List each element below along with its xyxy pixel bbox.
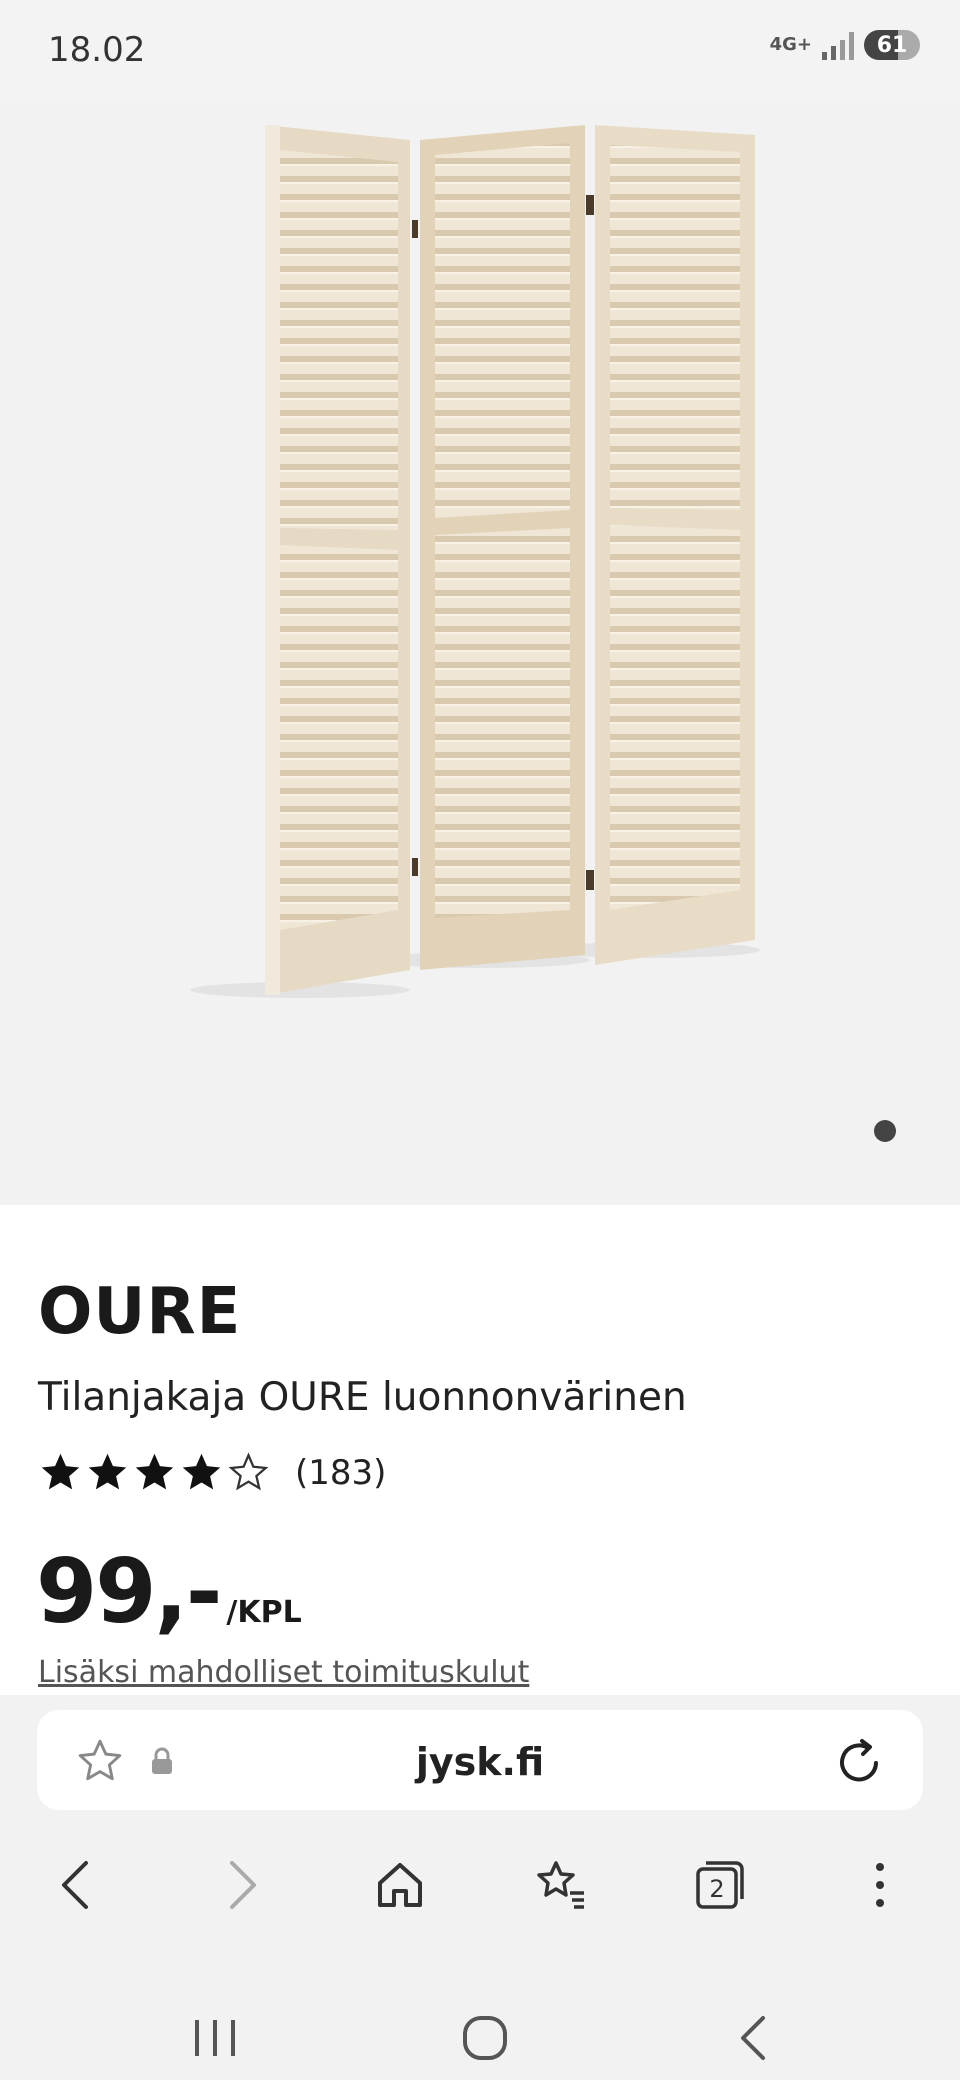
tab-count: 2: [709, 1875, 724, 1903]
menu-button[interactable]: [850, 1855, 910, 1915]
product-info: OURE Tilanjakaja OURE luonnonvärinen (18…: [0, 1205, 960, 1695]
bookmarks-button[interactable]: [530, 1855, 590, 1915]
recent-apps-icon: [195, 2020, 235, 2056]
network-type: 4G+: [769, 34, 812, 55]
rating-count: (183): [295, 1452, 387, 1493]
price: 99,-: [36, 1540, 222, 1643]
back-system-button[interactable]: [725, 2008, 785, 2068]
forward-button[interactable]: [210, 1855, 270, 1915]
url-text[interactable]: jysk.fi: [37, 1740, 923, 1784]
star-filled-icon: [182, 1453, 221, 1490]
price-row: 99,- /KPL: [36, 1540, 302, 1643]
status-time: 18.02: [48, 30, 146, 70]
bookmarks-icon: [537, 1861, 584, 1909]
shipping-costs-link[interactable]: Lisäksi mahdolliset toimituskulut: [38, 1655, 529, 1690]
price-unit: /KPL: [226, 1595, 302, 1630]
home-icon: [378, 1863, 422, 1907]
home-circle-icon: [463, 2016, 507, 2060]
forward-icon: [230, 1861, 256, 1909]
home-button[interactable]: [370, 1855, 430, 1915]
battery-level: 61: [876, 32, 908, 58]
browser-toolbar: jysk.fi 2: [0, 1695, 960, 2080]
status-icons: 4G+ 61: [770, 30, 920, 60]
star-filled-icon: [41, 1453, 80, 1490]
star-filled-icon: [88, 1453, 127, 1490]
battery-icon: 61: [864, 30, 920, 60]
product-image-carousel[interactable]: [0, 100, 960, 1205]
home-system-button[interactable]: [455, 2008, 515, 2068]
signal-icon: [822, 30, 854, 60]
product-title: Tilanjakaja OURE luonnonvärinen: [38, 1375, 687, 1420]
more-vertical-icon: [876, 1863, 884, 1907]
browser-nav: 2: [0, 1845, 960, 1925]
tabs-icon: 2: [696, 1861, 744, 1909]
carousel-indicator[interactable]: [874, 1120, 896, 1142]
back-icon: [62, 1861, 88, 1909]
system-back-icon: [741, 2016, 765, 2060]
status-bar: 18.02 4G+ 61: [0, 0, 960, 100]
back-button[interactable]: [48, 1855, 108, 1915]
star-filled-icon: [135, 1453, 174, 1490]
rating-stars: [38, 1450, 271, 1495]
system-navigation: [0, 2000, 960, 2080]
product-image: [190, 125, 760, 998]
product-brand: OURE: [38, 1275, 242, 1349]
recent-apps-button[interactable]: [185, 2008, 245, 2068]
tabs-button[interactable]: 2: [690, 1855, 750, 1915]
product-rating[interactable]: (183): [38, 1450, 386, 1495]
reload-icon[interactable]: [832, 1733, 888, 1789]
address-bar[interactable]: jysk.fi: [37, 1710, 923, 1810]
star-empty-icon: [228, 1452, 269, 1491]
